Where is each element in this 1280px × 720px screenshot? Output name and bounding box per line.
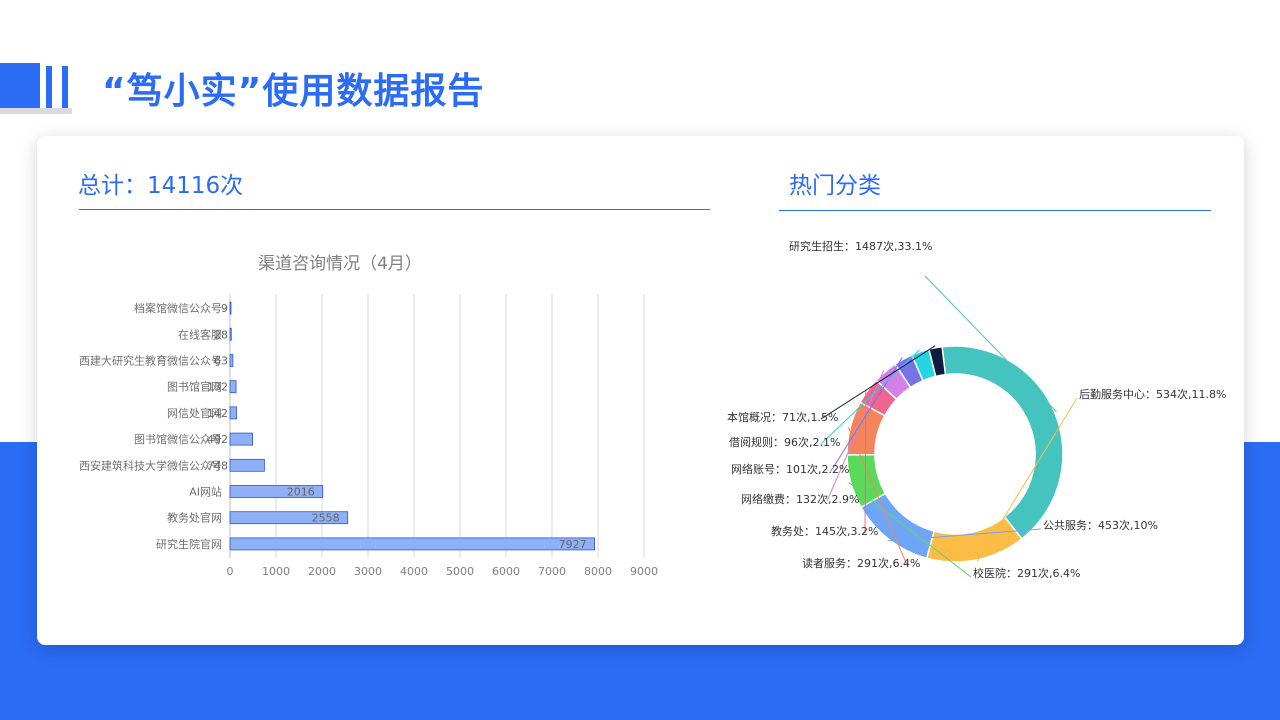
leader-line	[826, 369, 885, 502]
bar-value-label: 2016	[287, 486, 315, 499]
bar	[229, 380, 237, 394]
y-category-label: 西建大研究生教育微信公众号	[79, 354, 222, 368]
slice-label: 网络缴费：132次,2.9%	[741, 492, 859, 506]
y-category-label: 西安建筑科技大学微信公众号	[79, 458, 222, 472]
y-category-label: 档案馆微信公众号	[134, 301, 222, 315]
bar-value-label: 63	[214, 355, 228, 368]
donut-slice	[894, 354, 924, 389]
y-category-label: AI网站	[189, 485, 222, 499]
leader-line	[820, 349, 920, 445]
x-tick-label: 1000	[262, 565, 290, 578]
title-decor-bar	[46, 66, 52, 108]
leader-line	[887, 528, 1042, 542]
bar-value-label: 2558	[312, 512, 340, 525]
bar-value-label: 492	[207, 433, 228, 446]
x-tick-label: 2000	[308, 565, 336, 578]
donut-slice	[875, 363, 912, 401]
hot-category-divider	[779, 210, 1211, 211]
slice-label: 网络账号：101次,2.2%	[731, 462, 849, 476]
x-tick-label: 7000	[538, 565, 566, 578]
bar	[229, 458, 265, 472]
leader-line	[847, 427, 908, 566]
bar	[229, 301, 232, 315]
bar-chart-title: 渠道咨询情况（4月）	[258, 254, 422, 274]
x-tick-label: 5000	[446, 565, 474, 578]
slice-label: 公共服务：453次,10%	[1043, 518, 1158, 532]
x-tick-label: 3000	[354, 565, 382, 578]
slice-label: 本馆概况：71次,1.5%	[727, 410, 838, 424]
x-tick-label: 4000	[400, 565, 428, 578]
leader-line	[820, 345, 936, 420]
bar-value-label: 28	[214, 328, 228, 341]
bar-value-label: 142	[207, 407, 228, 420]
bar	[229, 327, 232, 341]
bar	[229, 432, 254, 446]
donut-slice	[928, 345, 947, 378]
slice-label: 研究生招生：1487次,33.1%	[789, 239, 932, 253]
y-category-label: 研究生院官网	[156, 537, 222, 551]
donut-slice	[925, 515, 1023, 563]
report-card: 总计：14116次 热门分类 渠道咨询情况（4月） 0 1000 2000 3000 4…	[37, 136, 1244, 645]
bar-value-label: 748	[207, 459, 228, 472]
donut-slice	[860, 492, 935, 560]
page-title: “笃小实”使用数据报告	[102, 71, 485, 112]
donut-slice	[846, 401, 886, 456]
slice-label: 读者服务：291次,6.4%	[802, 556, 920, 570]
bar	[229, 537, 596, 551]
title-decor-bar	[62, 66, 68, 108]
hot-category-heading: 热门分类	[789, 173, 881, 199]
x-tick-label: 6000	[492, 565, 520, 578]
donut-slice	[859, 379, 898, 417]
title-decor-shadow	[0, 108, 72, 114]
channel-bar-chart: 渠道咨询情况（4月） 0 1000 2000 3000 4000 5000 6000 7000…	[79, 254, 658, 578]
donut-slice	[846, 453, 887, 509]
leader-line	[924, 275, 1057, 413]
leader-line	[848, 482, 972, 578]
slice-label: 借阅规则：96次,2.1%	[729, 435, 840, 449]
title-decor-block	[0, 63, 40, 109]
donut-slice	[910, 348, 937, 382]
bar-value-label: 132	[207, 381, 228, 394]
leader-line	[976, 397, 1078, 563]
x-tick-label: 0	[227, 565, 234, 578]
x-tick-label: 8000	[584, 565, 612, 578]
leader-line	[830, 357, 903, 472]
x-tick-label: 9000	[630, 565, 658, 578]
bar	[229, 406, 237, 420]
donut-slice	[941, 345, 1064, 540]
slice-label: 校医院：291次,6.4%	[973, 566, 1080, 580]
y-category-label: 教务处官网	[167, 511, 222, 525]
bar	[229, 354, 234, 367]
slice-label: 教务处：145次,3.2%	[771, 524, 878, 538]
bar-value-label: 7927	[559, 538, 587, 551]
bar-value-label: 9	[221, 302, 228, 315]
slice-label: 后勤服务中心：534次,11.8%	[1079, 387, 1226, 401]
leader-line	[864, 389, 867, 534]
